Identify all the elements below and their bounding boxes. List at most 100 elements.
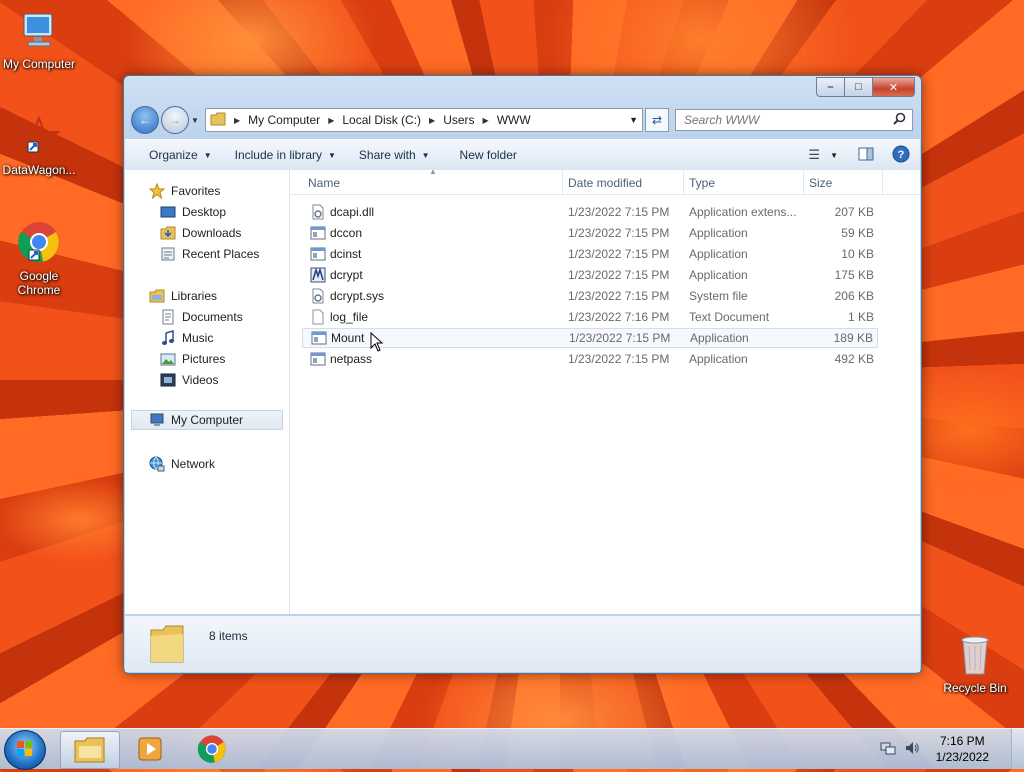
close-button[interactable]: ✕ (873, 77, 915, 97)
dcrypt-app-icon (310, 267, 326, 283)
chrome-icon (197, 735, 226, 763)
forward-button[interactable]: → (161, 106, 189, 134)
file-name: Mount (331, 331, 365, 345)
desktop-icon-label: My Computer (2, 57, 76, 71)
column-date-modified[interactable]: Date modified (568, 176, 642, 190)
recent-pages-dropdown[interactable]: ▼ (191, 116, 201, 125)
show-desktop-button[interactable] (1011, 729, 1024, 769)
breadcrumb-local-disk[interactable]: Local Disk (C:) (342, 113, 421, 127)
nav-libraries-label: Libraries (171, 289, 218, 303)
nav-recent-places[interactable]: Recent Places (160, 246, 259, 262)
file-row[interactable]: dcrypt 1/23/2022 7:15 PM Application 175… (302, 265, 878, 285)
desktop-icon-datawagon[interactable]: DataWagon... (0, 115, 80, 177)
column-type[interactable]: Type (689, 176, 715, 190)
nav-videos-label: Videos (182, 373, 219, 387)
new-folder-button[interactable]: New folder (460, 148, 517, 162)
breadcrumb-arrow-icon[interactable]: ▶ (234, 116, 240, 125)
organize-button[interactable]: Organize ▼ (149, 148, 212, 162)
libraries-icon (149, 288, 165, 304)
file-row[interactable]: log_file 1/23/2022 7:16 PM Text Document… (302, 307, 878, 327)
nav-videos[interactable]: Videos (160, 372, 218, 388)
address-bar[interactable]: ▶ My Computer ▶ Local Disk (C:) ▶ Users … (205, 108, 643, 132)
music-icon (160, 330, 176, 346)
application-icon (311, 330, 327, 346)
navigation-pane: Favorites Desktop Downloads Recent Place… (125, 170, 290, 614)
file-date: 1/23/2022 7:15 PM (568, 289, 670, 303)
breadcrumb-my-computer[interactable]: My Computer (248, 113, 320, 127)
search-box[interactable] (675, 109, 913, 131)
file-date: 1/23/2022 7:16 PM (568, 310, 670, 324)
include-label: Include in library (234, 148, 322, 162)
breadcrumb-users[interactable]: Users (443, 113, 474, 127)
breadcrumb-arrow-icon[interactable]: ▶ (429, 116, 435, 125)
clock-date: 1/23/2022 (935, 750, 989, 764)
include-in-library-button[interactable]: Include in library ▼ (235, 148, 336, 162)
back-button[interactable]: ← (131, 106, 159, 134)
file-size: 59 KB (841, 226, 874, 240)
file-name: netpass (330, 352, 373, 366)
column-divider[interactable] (562, 170, 563, 194)
column-divider[interactable] (882, 170, 883, 194)
nav-music[interactable]: Music (160, 330, 213, 346)
nav-desktop[interactable]: Desktop (160, 204, 226, 220)
recycle-bin-icon (934, 632, 1016, 679)
documents-icon (160, 309, 176, 325)
nav-music-label: Music (182, 331, 214, 345)
desktop-icon-google-chrome[interactable]: Google Chrome (0, 220, 80, 297)
taskbar-chrome-button[interactable] (183, 731, 241, 767)
file-row[interactable]: dcrypt.sys 1/23/2022 7:15 PM System file… (302, 286, 878, 306)
nav-downloads[interactable]: Downloads (160, 225, 241, 241)
taskbar-explorer-button[interactable] (60, 731, 120, 769)
desktop-icon-label: DataWagon... (2, 163, 76, 177)
file-list[interactable]: Name ▲ Date modified Type Size dcapi.dll… (290, 167, 920, 614)
maximize-icon: □ (855, 81, 862, 93)
computer-icon (0, 10, 80, 55)
help-button[interactable]: ? (892, 145, 910, 166)
share-with-button[interactable]: Share with ▼ (359, 148, 430, 162)
folder-icon (210, 112, 226, 129)
column-size[interactable]: Size (809, 176, 832, 190)
volume-icon[interactable] (904, 740, 920, 759)
application-icon (310, 351, 326, 367)
nav-libraries[interactable]: Libraries (149, 288, 217, 304)
views-button[interactable]: ☰ ▼ (808, 147, 838, 163)
taskbar-media-player-button[interactable] (121, 731, 179, 767)
network-status-icon[interactable] (880, 740, 896, 759)
start-button[interactable] (4, 730, 46, 770)
breadcrumb-arrow-icon[interactable]: ▶ (483, 116, 489, 125)
search-input[interactable] (682, 112, 893, 128)
search-icon[interactable] (893, 112, 906, 128)
nav-favorites[interactable]: Favorites (148, 182, 220, 200)
minimize-button[interactable]: ⎯ (816, 77, 845, 97)
maximize-button[interactable]: □ (845, 77, 873, 97)
help-icon: ? (892, 145, 910, 162)
file-size: 207 KB (834, 205, 874, 219)
nav-network[interactable]: Network (149, 456, 215, 472)
column-name[interactable]: Name (308, 176, 340, 190)
desktop-icon-recycle-bin[interactable]: Recycle Bin (934, 632, 1016, 695)
clock[interactable]: 7:16 PM 1/23/2022 (936, 733, 989, 765)
file-row[interactable]: dccon 1/23/2022 7:15 PM Application 59 K… (302, 223, 878, 243)
column-divider[interactable] (803, 170, 804, 194)
column-divider[interactable] (683, 170, 684, 194)
explorer-window[interactable]: ⎯ □ ✕ ← → ▼ ▶ My Computer ▶ Local Disk (… (123, 75, 922, 674)
recent-places-icon (160, 246, 176, 262)
preview-pane-button[interactable] (858, 147, 874, 164)
file-row-hovered[interactable]: Mount 1/23/2022 7:15 PM Application 189 … (302, 328, 878, 348)
file-size: 1 KB (847, 310, 874, 324)
desktop-icon-my-computer[interactable]: My Computer (0, 10, 80, 71)
chevron-down-icon: ▼ (421, 150, 430, 160)
chevron-down-icon: ▼ (328, 150, 336, 160)
nav-pictures-label: Pictures (182, 352, 226, 366)
file-row[interactable]: netpass 1/23/2022 7:15 PM Application 49… (302, 349, 878, 369)
nav-pictures[interactable]: Pictures (160, 351, 225, 367)
file-row[interactable]: dcinst 1/23/2022 7:15 PM Application 10 … (302, 244, 878, 264)
window-body: Favorites Desktop Downloads Recent Place… (125, 167, 920, 614)
breadcrumb-arrow-icon[interactable]: ▶ (328, 116, 334, 125)
file-row[interactable]: dcapi.dll 1/23/2022 7:15 PM Application … (302, 202, 878, 222)
nav-my-computer[interactable]: My Computer (131, 410, 283, 430)
breadcrumb-www[interactable]: WWW (497, 113, 531, 127)
refresh-button[interactable]: ⇄ (645, 108, 669, 132)
nav-documents[interactable]: Documents (160, 309, 243, 325)
address-dropdown-icon[interactable]: ▼ (629, 115, 638, 125)
